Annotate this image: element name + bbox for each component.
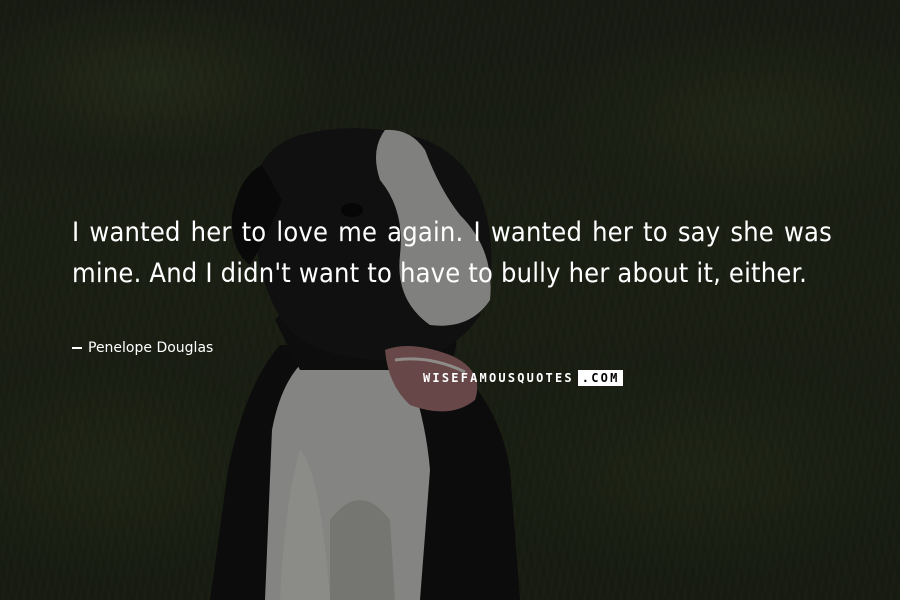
watermark: WISEFAMOUSQUOTES .COM	[421, 370, 623, 386]
watermark-brand: WISEFAMOUSQUOTES	[423, 371, 574, 385]
quote-author: Penelope Douglas	[72, 340, 213, 356]
dark-overlay	[0, 0, 900, 600]
watermark-tld: .COM	[577, 370, 623, 386]
author-name: Penelope Douglas	[88, 340, 214, 356]
quote-image: I wanted her to love me again. I wanted …	[0, 0, 900, 600]
quote-text: I wanted her to love me again. I wanted …	[72, 217, 832, 289]
author-dash	[72, 347, 82, 349]
